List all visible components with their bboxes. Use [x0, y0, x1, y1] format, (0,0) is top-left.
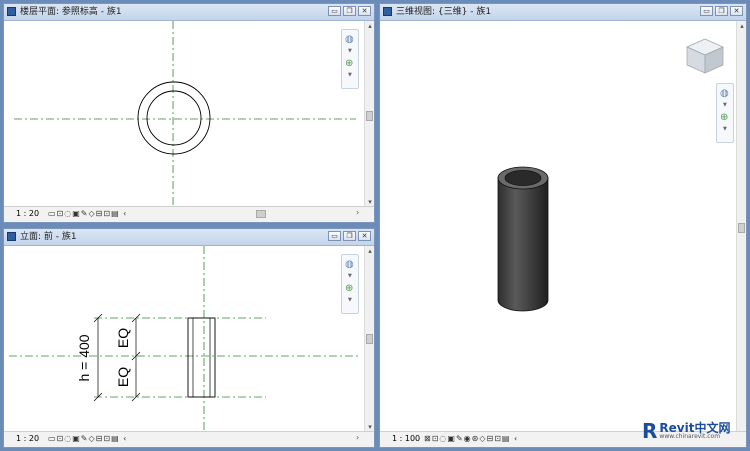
- pipe-elevation-outline: [187, 317, 216, 398]
- elevation-vertical-scrollbar[interactable]: ▴ ▾: [364, 246, 374, 432]
- scroll-thumb[interactable]: [366, 111, 373, 121]
- chevron-down-icon[interactable]: ▼: [723, 102, 727, 108]
- zoom-icon[interactable]: ⊕: [345, 58, 353, 69]
- pipe-top-hole: [504, 170, 542, 186]
- steering-wheel-icon[interactable]: ◍: [345, 34, 354, 45]
- plan-drawing-area[interactable]: ◍ ▼ ⊕ ▼: [4, 21, 364, 207]
- close-button[interactable]: ✕: [358, 231, 371, 241]
- 3d-model: [497, 38, 724, 312]
- plan-view-titlebar[interactable]: 楼层平面: 参照标高 - 族1 ▭ ❐ ✕: [4, 4, 374, 21]
- chevron-down-icon[interactable]: ▼: [723, 126, 727, 132]
- elevation-view-window[interactable]: 立面: 前 - 族1 ▭ ❐ ✕ h = 400 EQ EQ ◍ ▼ ⊕ ▼ ▴…: [3, 228, 375, 448]
- elevation-drawing-area[interactable]: h = 400 EQ EQ ◍ ▼ ⊕ ▼: [4, 246, 364, 432]
- steering-wheel-icon[interactable]: ◍: [345, 259, 354, 270]
- close-button[interactable]: ✕: [358, 6, 371, 16]
- 3d-view-titlebar[interactable]: 三维视图: {三维} - 族1 ▭ ❐ ✕: [380, 4, 746, 21]
- chevron-down-icon[interactable]: ▼: [348, 297, 352, 303]
- elevation-view-title: 立面: 前 - 族1: [20, 232, 77, 242]
- restore-button[interactable]: ❐: [343, 6, 356, 16]
- view-scale[interactable]: 1 : 20: [16, 434, 39, 443]
- view-window-icon: [383, 7, 392, 16]
- horizontal-scroll-thumb[interactable]: [256, 210, 266, 218]
- view-window-icon: [7, 232, 16, 241]
- plan-view-control-bar: 1 : 20 ▭⊡◌▣✎◇⊟⊡▤ ‹ ›: [4, 206, 374, 222]
- view-cube-icon[interactable]: [686, 38, 724, 74]
- plan-drawing: [14, 21, 356, 207]
- revit-workspace: { "views": { "plan": { "title": "楼层平面: 参…: [0, 0, 750, 451]
- scroll-up-arrow[interactable]: ▴: [737, 21, 747, 31]
- chevron-down-icon[interactable]: ▼: [348, 273, 352, 279]
- close-button[interactable]: ✕: [730, 6, 743, 16]
- view-scale[interactable]: 1 : 100: [392, 434, 420, 443]
- 3d-vertical-scrollbar[interactable]: ▴: [736, 21, 746, 432]
- pipe-outer-circle: [137, 81, 211, 155]
- 3d-navigation-bar[interactable]: ◍ ▼ ⊕ ▼: [716, 83, 734, 143]
- revit-china-watermark: R Revit中文网 www.chinarevit.com: [642, 418, 730, 444]
- plan-view-window[interactable]: 楼层平面: 参照标高 - 族1 ▭ ❐ ✕ ◍ ▼ ⊕ ▼ ▴ ▾ 1 : 20…: [3, 3, 375, 223]
- view-control-icons[interactable]: ⊠⊡◌▣✎◉⊛◇⊟⊡▤ ‹: [424, 434, 518, 443]
- minimize-button[interactable]: ▭: [328, 231, 341, 241]
- 3d-drawing-area[interactable]: ◍ ▼ ⊕ ▼: [380, 21, 736, 432]
- scroll-up-arrow[interactable]: ▴: [365, 246, 375, 256]
- revit-logo-icon: R: [642, 419, 658, 443]
- plan-vertical-scrollbar[interactable]: ▴ ▾: [364, 21, 374, 207]
- scroll-thumb[interactable]: [366, 334, 373, 344]
- zoom-icon[interactable]: ⊕: [720, 112, 728, 123]
- eq-bottom-label: EQ: [115, 367, 131, 387]
- scroll-right-arrow[interactable]: ›: [356, 208, 359, 217]
- scroll-right-arrow[interactable]: ›: [356, 433, 359, 442]
- elevation-view-control-bar: 1 : 20 ▭⊡◌▣✎◇⊟⊡▤ ‹ ›: [4, 431, 374, 447]
- view-control-icons[interactable]: ▭⊡◌▣✎◇⊟⊡▤ ‹: [48, 209, 127, 218]
- plan-view-title: 楼层平面: 参照标高 - 族1: [20, 7, 122, 17]
- minimize-button[interactable]: ▭: [700, 6, 713, 16]
- brand-url: www.chinarevit.com: [659, 433, 721, 440]
- plan-navigation-bar[interactable]: ◍ ▼ ⊕ ▼: [341, 29, 359, 89]
- chevron-down-icon[interactable]: ▼: [348, 72, 352, 78]
- 3d-view-window[interactable]: 三维视图: {三维} - 族1 ▭ ❐ ✕ ◍ ▼ ⊕ ▼ ▴ 1: 100 …: [379, 3, 747, 448]
- overall-height-dimension: h = 400: [76, 334, 92, 381]
- view-scale[interactable]: 1 : 20: [16, 209, 39, 218]
- pipe-body: [497, 177, 549, 312]
- view-window-icon: [7, 7, 16, 16]
- scroll-up-arrow[interactable]: ▴: [365, 21, 375, 31]
- elevation-drawing: h = 400 EQ EQ: [9, 246, 361, 432]
- pipe-inner-circle: [146, 90, 202, 146]
- scroll-thumb[interactable]: [738, 223, 745, 233]
- elevation-navigation-bar[interactable]: ◍ ▼ ⊕ ▼: [341, 254, 359, 314]
- steering-wheel-icon[interactable]: ◍: [720, 88, 729, 99]
- view-control-icons[interactable]: ▭⊡◌▣✎◇⊟⊡▤ ‹: [48, 434, 127, 443]
- eq-top-label: EQ: [115, 328, 131, 348]
- elevation-view-titlebar[interactable]: 立面: 前 - 族1 ▭ ❐ ✕: [4, 229, 374, 246]
- zoom-icon[interactable]: ⊕: [345, 283, 353, 294]
- 3d-view-title: 三维视图: {三维} - 族1: [396, 7, 492, 17]
- chevron-down-icon[interactable]: ▼: [348, 48, 352, 54]
- restore-button[interactable]: ❐: [343, 231, 356, 241]
- restore-button[interactable]: ❐: [715, 6, 728, 16]
- minimize-button[interactable]: ▭: [328, 6, 341, 16]
